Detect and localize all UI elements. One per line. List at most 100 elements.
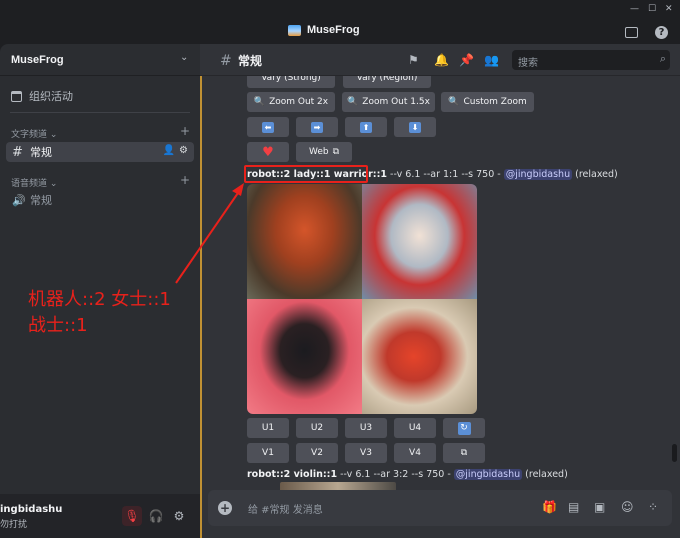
hash-icon: #: [12, 144, 23, 160]
user-settings-gear-icon[interactable]: ⚙: [169, 506, 189, 526]
annotation-line-1: 机器人::2 女士::1: [28, 289, 171, 310]
sidebar-item-general-text[interactable]: # 常规 👤 ⚙: [6, 142, 194, 162]
image-helmet-pink[interactable]: [247, 299, 362, 414]
category-voice-channels[interactable]: 语音频道 ⌄: [11, 176, 57, 189]
web-button[interactable]: Web ⧉: [296, 142, 352, 162]
message-accent-bar: [200, 76, 202, 538]
maximize-icon[interactable]: ☐: [648, 4, 656, 14]
divider: [10, 112, 190, 113]
refresh-icon: ↻: [457, 421, 471, 435]
variation-2-button[interactable]: V2: [296, 443, 338, 463]
add-voice-channel-icon[interactable]: +: [180, 173, 190, 187]
title-bar: — ☐ ✕ MuseFrog ?: [0, 0, 680, 44]
app-title: MuseFrog: [288, 24, 360, 36]
zoom-out-1-5x-button[interactable]: 🔍 Zoom Out 1.5x: [342, 92, 435, 112]
favorite-button[interactable]: ♥: [247, 142, 289, 162]
image-robot-lady[interactable]: [362, 184, 477, 299]
help-icon[interactable]: ?: [655, 26, 668, 39]
gear-icon[interactable]: ⚙: [179, 145, 188, 156]
sidebar-item-general-voice[interactable]: 🔊 常规: [6, 190, 194, 210]
chevron-down-icon: ⌄: [180, 52, 189, 63]
prompt-params: --v 6.1 --ar 1:1 --s 750 -: [387, 169, 504, 180]
minimize-icon[interactable]: —: [630, 4, 639, 14]
magnifier-icon: 🔍: [448, 97, 460, 107]
add-text-channel-icon[interactable]: +: [180, 124, 190, 138]
user-status: 勿打扰: [0, 520, 28, 530]
search-placeholder: 搜索: [518, 58, 538, 69]
server-name: MuseFrog: [11, 54, 64, 66]
external-link-icon: ⧉: [460, 448, 468, 458]
app-name: MuseFrog: [307, 24, 360, 36]
pan-up-button[interactable]: ⬆: [345, 117, 387, 137]
zoom-out-2x-button[interactable]: 🔍 Zoom Out 2x: [247, 92, 335, 112]
upscale-1-button[interactable]: U1: [247, 418, 289, 438]
add-member-icon[interactable]: 👤: [163, 145, 175, 156]
external-link-icon: ⧉: [332, 147, 340, 157]
generated-image-grid[interactable]: [247, 184, 477, 414]
variation-3-button[interactable]: V3: [345, 443, 387, 463]
threads-icon[interactable]: ⚑: [408, 53, 419, 67]
add-attachment-icon[interactable]: +: [218, 501, 232, 515]
channel-title: # 常规: [220, 52, 262, 69]
close-icon[interactable]: ✕: [665, 4, 673, 14]
message-prompt-2: robot::2 violin::1 --v 6.1 --ar 3:2 --s …: [247, 469, 568, 480]
variation-4-button[interactable]: V4: [394, 443, 436, 463]
open-web-button[interactable]: ⧉: [443, 443, 485, 463]
headphones-icon[interactable]: 🎧: [146, 506, 166, 526]
scrollbar[interactable]: [672, 444, 677, 462]
emoji-icon[interactable]: ☺: [621, 500, 634, 514]
upscale-4-button[interactable]: U4: [394, 418, 436, 438]
pan-down-button[interactable]: ⬇: [394, 117, 436, 137]
inbox-icon[interactable]: [625, 27, 638, 38]
calendar-icon: [11, 90, 22, 102]
user-mention[interactable]: @jingbidashu: [453, 469, 523, 480]
annotation-line-2: 战士::1: [28, 315, 88, 336]
prompt-highlight-box: [244, 165, 368, 183]
heart-icon: ♥: [262, 144, 274, 160]
arrow-down-icon: ⬇: [409, 121, 421, 133]
image-red-warrior[interactable]: [362, 299, 477, 414]
app-logo-icon: [288, 24, 301, 36]
mute-mic-icon[interactable]: 🎙: [122, 506, 142, 526]
channel-label: 常规: [30, 194, 52, 207]
gif-icon[interactable]: ▤: [568, 500, 579, 514]
sticker-icon[interactable]: ▣: [594, 500, 605, 514]
pan-right-button[interactable]: ➡: [296, 117, 338, 137]
variation-1-button[interactable]: V1: [247, 443, 289, 463]
hash-icon: #: [220, 52, 232, 69]
user-panel: ingbidashu 勿打扰 🎙 🎧 ⚙: [0, 494, 200, 538]
image-robot-orange[interactable]: [247, 184, 362, 299]
channel-header: # 常规 ⚑ 🔔 📌 👥 搜索 ⌕: [200, 44, 680, 76]
arrow-up-icon: ⬆: [360, 121, 372, 133]
channel-label: 常规: [30, 146, 52, 159]
gift-icon[interactable]: 🎁: [542, 500, 557, 514]
chat-area: # 常规 ⚑ 🔔 📌 👥 搜索 ⌕ Vary (Strong) Vary (Re…: [200, 44, 680, 538]
events-item[interactable]: 组织活动: [11, 88, 73, 104]
upscale-3-button[interactable]: U3: [345, 418, 387, 438]
reroll-button[interactable]: ↻: [443, 418, 485, 438]
speaker-icon: 🔊: [12, 193, 26, 207]
search-input[interactable]: 搜索 ⌕: [512, 50, 670, 70]
magnifier-icon: 🔍: [253, 97, 266, 107]
magnifier-icon: 🔍: [347, 97, 359, 107]
events-label: 组织活动: [29, 90, 73, 103]
user-mention[interactable]: @jingbidashu: [503, 169, 573, 180]
pin-icon[interactable]: 📌: [459, 53, 474, 67]
username[interactable]: ingbidashu: [0, 504, 62, 515]
apps-icon[interactable]: ⁘: [648, 500, 658, 514]
members-icon[interactable]: 👥: [484, 53, 499, 67]
prompt-params: --v 6.1 --ar 3:2 --s 750 -: [337, 469, 454, 480]
message-composer[interactable]: + 给 #常规 发消息 🎁 ▤ ▣ ☺ ⁘: [208, 490, 672, 526]
prompt-mode: (relaxed): [522, 469, 568, 480]
upscale-2-button[interactable]: U2: [296, 418, 338, 438]
prompt-text: robot::2 violin::1: [247, 469, 338, 480]
pan-left-button[interactable]: ⬅: [247, 117, 289, 137]
annotation-text: 机器人::2 女士::1 战士::1: [28, 287, 171, 339]
arrow-left-icon: ⬅: [262, 121, 274, 133]
server-header[interactable]: MuseFrog ⌄: [0, 44, 200, 76]
category-text-channels[interactable]: 文字频道 ⌄: [11, 127, 57, 140]
bell-icon[interactable]: 🔔: [434, 53, 449, 67]
composer-placeholder: 给 #常规 发消息: [248, 505, 323, 516]
custom-zoom-button[interactable]: 🔍 Custom Zoom: [441, 92, 534, 112]
search-icon: ⌕: [659, 52, 666, 65]
